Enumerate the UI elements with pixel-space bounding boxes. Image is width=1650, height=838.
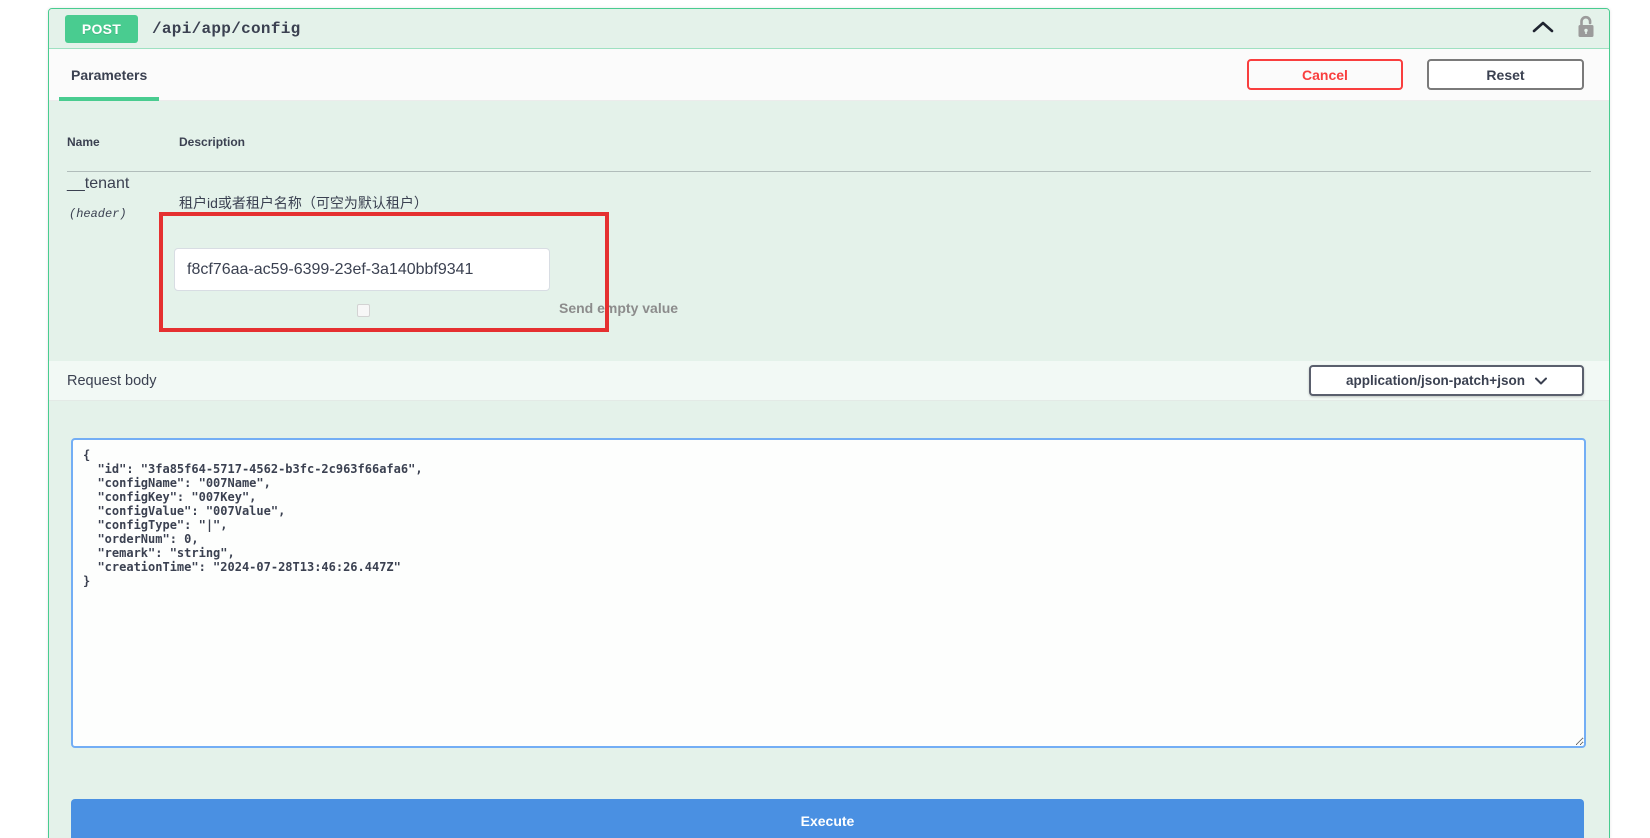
- column-header-description: Description: [179, 135, 245, 149]
- unlocked-padlock-icon: [1575, 15, 1597, 42]
- parameter-name: __tenant: [67, 175, 129, 193]
- authorize-button[interactable]: [1575, 15, 1597, 42]
- cancel-button[interactable]: Cancel: [1247, 59, 1403, 90]
- tab-bar: Parameters Cancel Reset: [49, 49, 1609, 101]
- request-body-textarea[interactable]: { "id": "3fa85f64-5717-4562-b3fc-2c963f6…: [71, 438, 1586, 748]
- reset-button[interactable]: Reset: [1427, 59, 1584, 90]
- tab-parameters-label: Parameters: [71, 67, 147, 83]
- request-body-label: Request body: [67, 373, 156, 389]
- endpoint-path: /api/app/config: [152, 20, 301, 38]
- media-type-select[interactable]: application/json-patch+json: [1309, 365, 1584, 396]
- parameter-description: 租户id或者租户名称（可空为默认租户）: [179, 193, 428, 213]
- send-empty-value-label: Send empty value: [559, 300, 678, 316]
- chevron-down-icon: [1535, 373, 1547, 388]
- request-body-header: Request body application/json-patch+json: [49, 361, 1609, 401]
- opblock-post-config: POST /api/app/config: [48, 8, 1610, 838]
- media-type-value: application/json-patch+json: [1346, 373, 1525, 388]
- swagger-page: POST /api/app/config: [0, 0, 1650, 838]
- parameter-location: (header): [69, 207, 127, 221]
- chevron-up-icon: [1531, 20, 1555, 37]
- http-method-badge: POST: [65, 15, 138, 43]
- column-header-name: Name: [67, 135, 100, 149]
- column-divider: [67, 171, 1591, 172]
- parameters-section: Name Description __tenant (header) 租户id或…: [49, 101, 1609, 361]
- collapse-button[interactable]: [1531, 20, 1555, 37]
- operation-header[interactable]: POST /api/app/config: [49, 9, 1609, 49]
- execute-row: Execute: [49, 799, 1609, 838]
- tenant-value-input[interactable]: [174, 248, 550, 291]
- tab-parameters[interactable]: Parameters: [59, 49, 159, 101]
- execute-button[interactable]: Execute: [71, 799, 1584, 838]
- request-body-section: { "id": "3fa85f64-5717-4562-b3fc-2c963f6…: [49, 401, 1609, 799]
- send-empty-value-checkbox[interactable]: [357, 304, 370, 317]
